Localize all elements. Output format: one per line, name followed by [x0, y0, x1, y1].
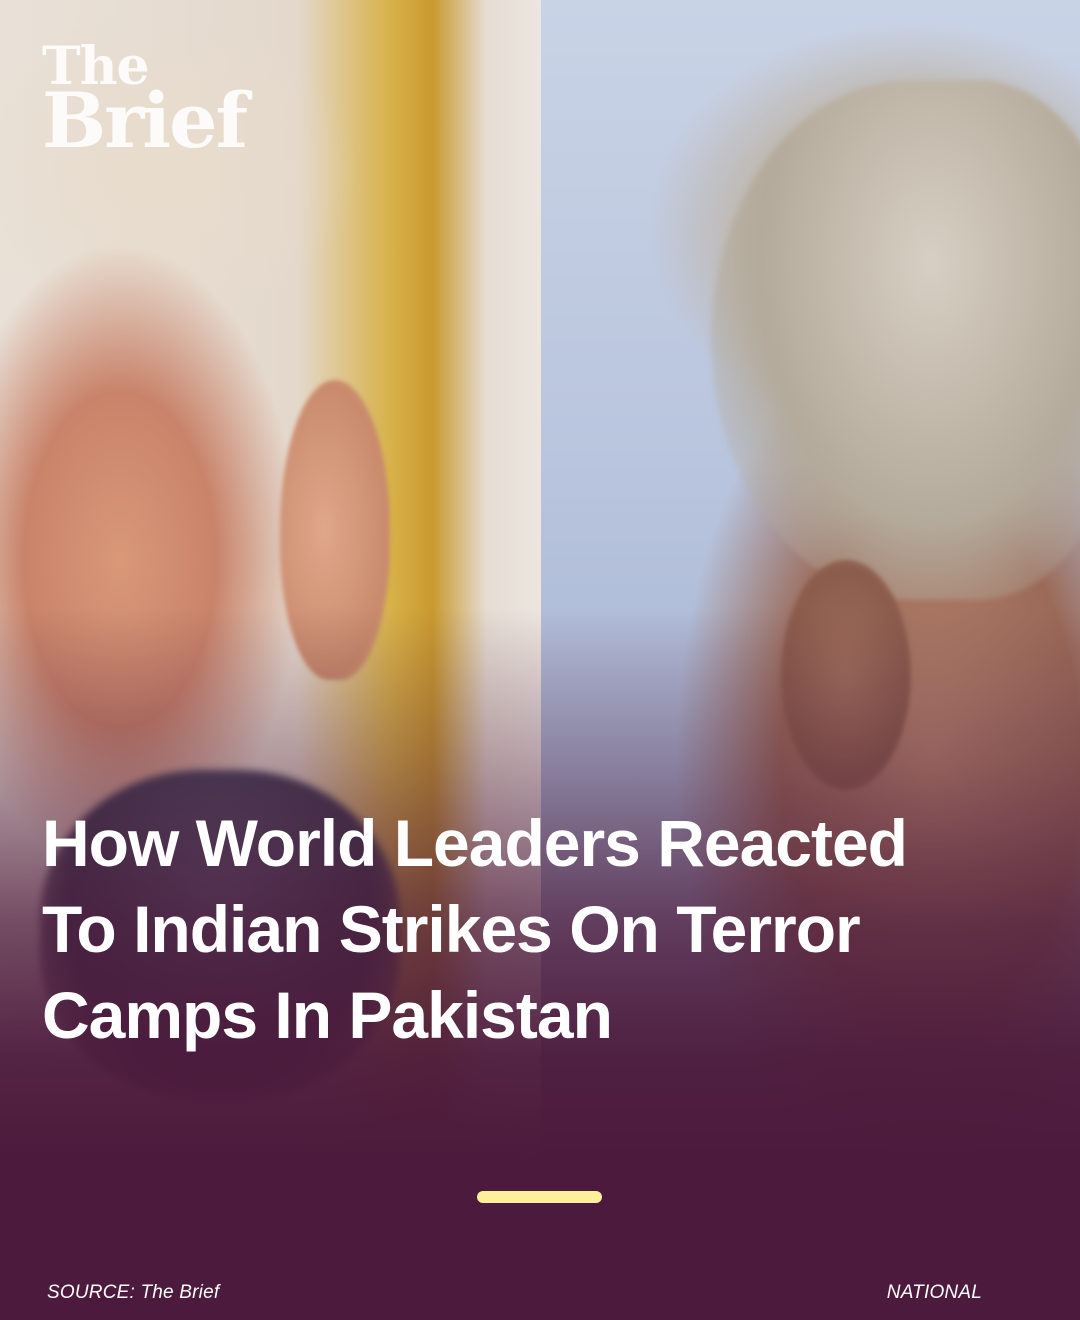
source-credit: SOURCE: The Brief	[47, 1282, 220, 1303]
headline-line-2: To Indian Strikes On Terror	[42, 892, 861, 966]
logo-word-brief: Brief	[42, 75, 248, 165]
story-card[interactable]: The Brief How World Leaders Reacted To I…	[0, 0, 1080, 1320]
category-label: NATIONAL	[886, 1282, 982, 1303]
headline-line-1: How World Leaders Reacted	[42, 806, 908, 880]
headline-line-3: Camps In Pakistan	[42, 978, 613, 1052]
page-indicator[interactable]	[477, 1191, 602, 1203]
headline: How World Leaders Reacted To Indian Stri…	[42, 800, 1002, 1058]
brand-logo: The Brief	[42, 41, 248, 165]
gradient-overlay	[0, 0, 1080, 1320]
